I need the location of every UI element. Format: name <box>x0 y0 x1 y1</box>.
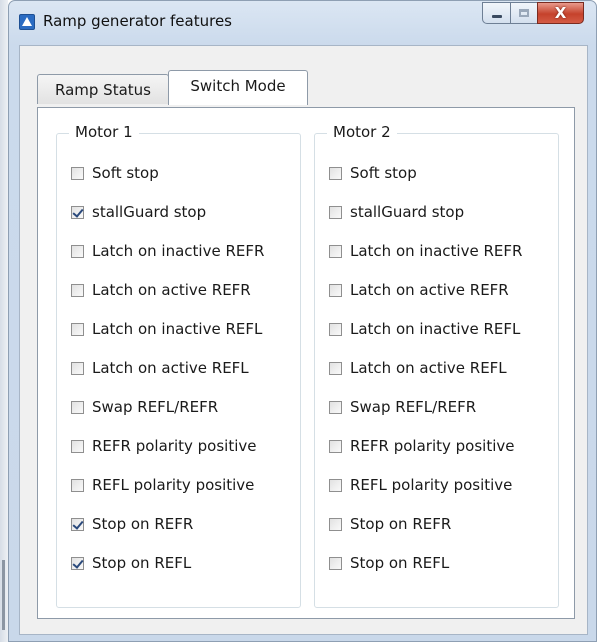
checkbox-label[interactable]: REFR polarity positive <box>92 437 256 455</box>
checkbox[interactable] <box>329 400 342 414</box>
caption-buttons: X <box>482 2 584 24</box>
motor-1-option[interactable]: Stop on REFL <box>71 552 191 574</box>
minimize-button[interactable] <box>482 2 510 24</box>
checkbox-label[interactable]: stallGuard stop <box>350 203 464 221</box>
checkbox-label[interactable]: Latch on active REFR <box>92 281 251 299</box>
motor-2-group: Motor 2 Soft stop stallGuard stop Latch on… <box>314 122 559 608</box>
motor-1-option[interactable]: stallGuard stop <box>71 201 206 223</box>
checkbox-label[interactable]: REFR polarity positive <box>350 437 514 455</box>
motor-1-option[interactable]: Latch on inactive REFR <box>71 240 264 262</box>
checkbox-checked[interactable] <box>71 517 84 531</box>
motor-2-option[interactable]: stallGuard stop <box>329 201 464 223</box>
checkbox[interactable] <box>329 439 342 453</box>
checkbox-label[interactable]: Latch on inactive REFL <box>92 320 262 338</box>
checkbox[interactable] <box>71 283 84 297</box>
checkbox-label[interactable]: REFL polarity positive <box>92 476 254 494</box>
checkbox[interactable] <box>71 478 84 492</box>
checkbox-label[interactable]: REFL polarity positive <box>350 476 512 494</box>
minimize-icon <box>492 15 502 18</box>
checkbox-label[interactable]: Soft stop <box>92 164 159 182</box>
checkbox[interactable] <box>71 322 84 336</box>
motor-1-option[interactable]: Swap REFL/REFR <box>71 396 218 418</box>
checkbox-label[interactable]: Latch on active REFL <box>350 359 507 377</box>
app-icon <box>19 14 35 30</box>
checkbox-label[interactable]: Swap REFL/REFR <box>350 398 476 416</box>
motor-2-option[interactable]: Latch on inactive REFL <box>329 318 520 340</box>
checkbox[interactable] <box>329 166 342 180</box>
checkbox[interactable] <box>329 361 342 375</box>
checkbox[interactable] <box>329 478 342 492</box>
close-button[interactable]: X <box>537 2 584 24</box>
checkbox-label[interactable]: Stop on REFR <box>92 515 193 533</box>
checkbox[interactable] <box>329 322 342 336</box>
motor-1-option[interactable]: Latch on active REFL <box>71 357 249 379</box>
dialog-window: Ramp generator features X Ramp Status Sw… <box>8 0 597 642</box>
checkbox-label[interactable]: Swap REFL/REFR <box>92 398 218 416</box>
motor-1-option[interactable]: Soft stop <box>71 162 159 184</box>
switch-mode-panel: Motor 1 Soft stop stallGuard stop Latch on… <box>37 107 575 619</box>
motor-1-option[interactable]: Latch on inactive REFL <box>71 318 262 340</box>
checkbox[interactable] <box>329 556 342 570</box>
motor-1-option[interactable]: Stop on REFR <box>71 513 193 535</box>
motor-2-option[interactable]: Latch on active REFR <box>329 279 509 301</box>
checkbox[interactable] <box>71 361 84 375</box>
motor-1-group: Motor 1 Soft stop stallGuard stop Latch on… <box>56 122 301 608</box>
close-icon: X <box>554 4 567 22</box>
motor-1-group-title: Motor 1 <box>69 122 139 142</box>
checkbox[interactable] <box>71 166 84 180</box>
motor-2-option[interactable]: Latch on inactive REFR <box>329 240 522 262</box>
motor-2-option[interactable]: Latch on active REFL <box>329 357 507 379</box>
checkbox[interactable] <box>71 400 84 414</box>
checkbox[interactable] <box>329 205 342 219</box>
checkbox-label[interactable]: Latch on inactive REFR <box>350 242 522 260</box>
checkbox[interactable] <box>71 244 84 258</box>
checkbox-checked[interactable] <box>71 205 84 219</box>
checkbox-label[interactable]: Stop on REFL <box>92 554 191 572</box>
checkbox-label[interactable]: Stop on REFR <box>350 515 451 533</box>
motor-2-option[interactable]: Soft stop <box>329 162 417 184</box>
dialog-client-area: Ramp Status Switch Mode Motor 1 Soft sto… <box>19 45 588 635</box>
motor-1-option[interactable]: Latch on active REFR <box>71 279 251 301</box>
motor-2-option[interactable]: Swap REFL/REFR <box>329 396 476 418</box>
desktop-edge <box>0 0 8 642</box>
checkbox-label[interactable]: Stop on REFL <box>350 554 449 572</box>
window-title: Ramp generator features <box>43 12 232 30</box>
checkbox[interactable] <box>71 439 84 453</box>
checkbox-checked[interactable] <box>71 556 84 570</box>
checkbox-label[interactable]: Latch on active REFL <box>92 359 249 377</box>
checkbox-label[interactable]: stallGuard stop <box>92 203 206 221</box>
checkbox[interactable] <box>329 244 342 258</box>
checkbox[interactable] <box>329 517 342 531</box>
motor-1-option[interactable]: REFL polarity positive <box>71 474 254 496</box>
tab-ramp-status[interactable]: Ramp Status <box>37 74 169 104</box>
motor-2-option[interactable]: REFR polarity positive <box>329 435 514 457</box>
tab-switch-mode[interactable]: Switch Mode <box>168 70 308 105</box>
title-bar[interactable]: Ramp generator features X <box>9 1 596 45</box>
checkbox-label[interactable]: Soft stop <box>350 164 417 182</box>
maximize-button[interactable] <box>510 2 537 24</box>
motor-1-option[interactable]: REFR polarity positive <box>71 435 256 457</box>
checkbox-label[interactable]: Latch on active REFR <box>350 281 509 299</box>
motor-2-group-title: Motor 2 <box>327 122 397 142</box>
motor-2-option[interactable]: Stop on REFR <box>329 513 451 535</box>
checkbox-label[interactable]: Latch on inactive REFL <box>350 320 520 338</box>
motor-2-option[interactable]: Stop on REFL <box>329 552 449 574</box>
maximize-icon <box>519 9 529 17</box>
motor-2-option[interactable]: REFL polarity positive <box>329 474 512 496</box>
checkbox[interactable] <box>329 283 342 297</box>
checkbox-label[interactable]: Latch on inactive REFR <box>92 242 264 260</box>
